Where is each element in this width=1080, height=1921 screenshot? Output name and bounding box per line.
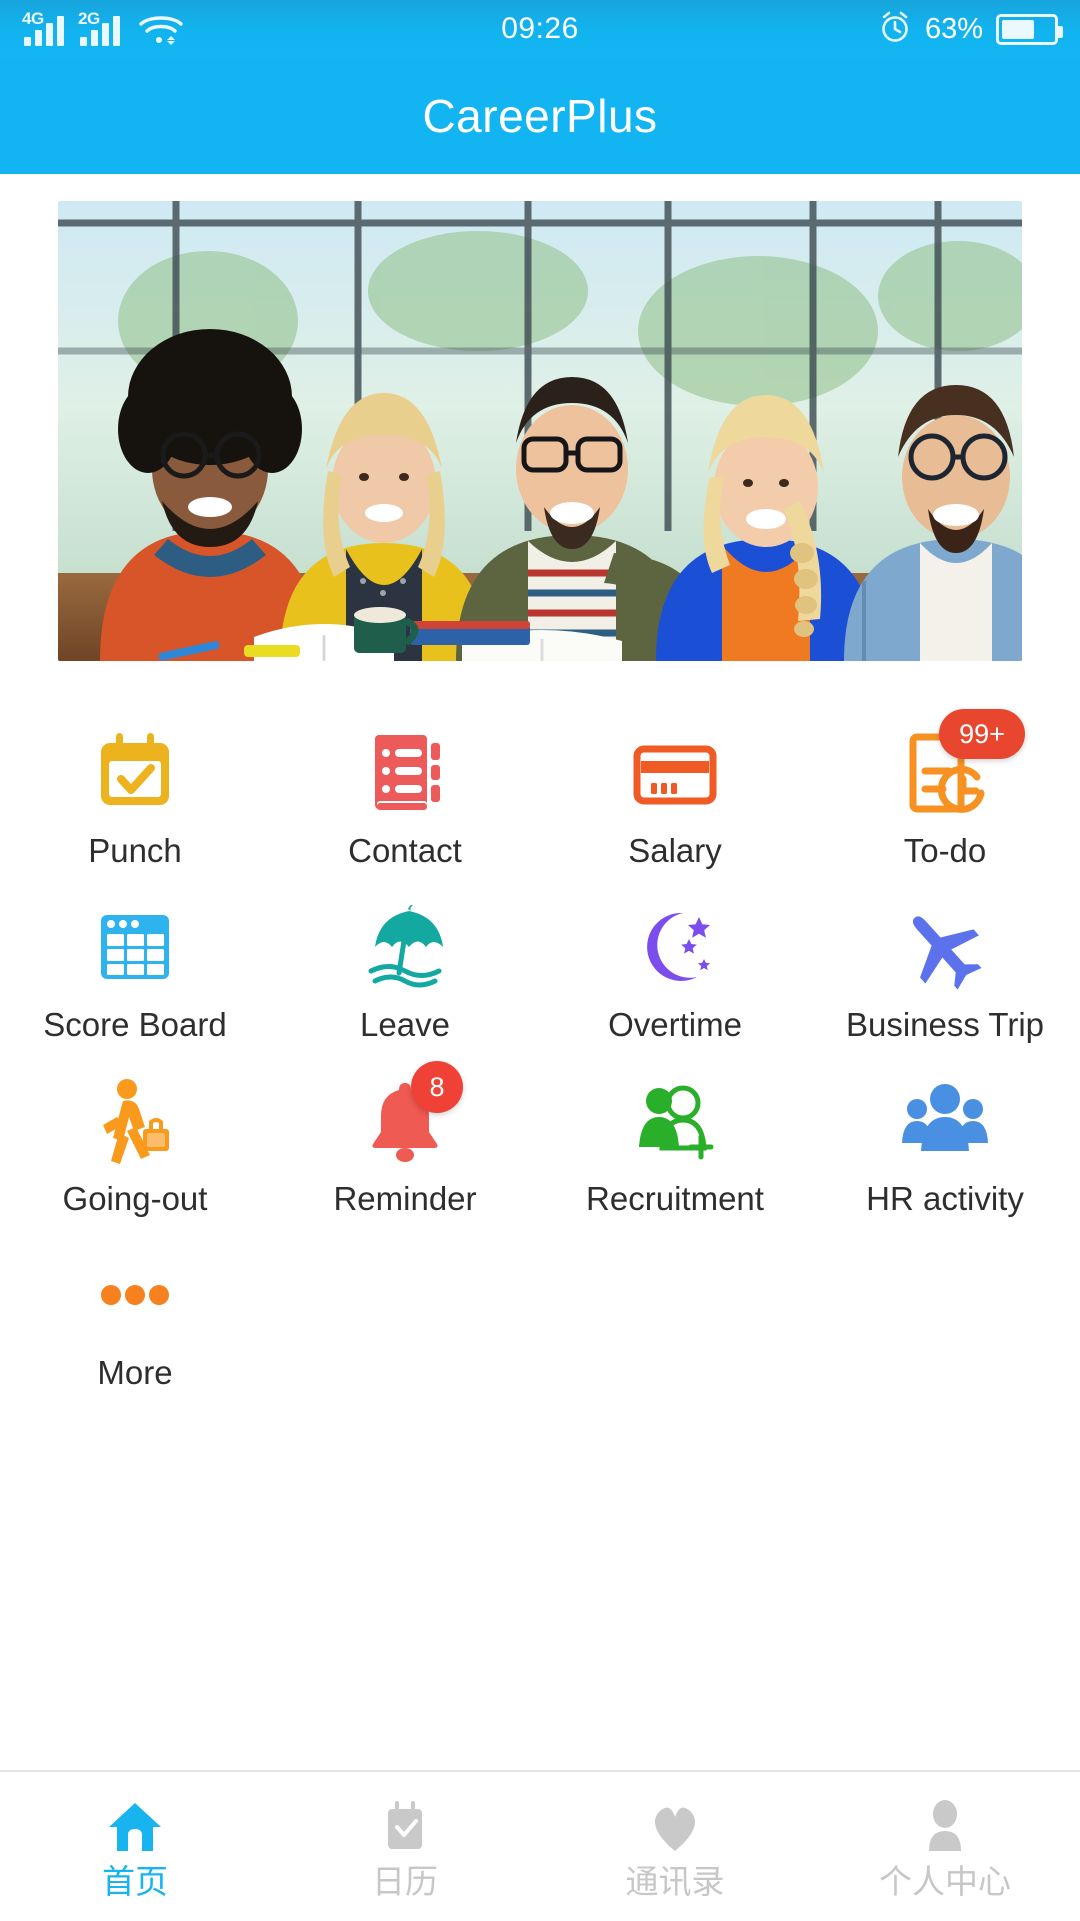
beach-umbrella-icon <box>353 897 457 996</box>
grid-item-label: Leave <box>360 1006 450 1043</box>
grid-item-score-board[interactable]: Score Board <box>0 883 270 1057</box>
grid-item-label: Contact <box>348 832 462 869</box>
grid-cell-empty <box>540 1231 810 1405</box>
tab-label: 通讯录 <box>625 1862 725 1900</box>
grid-cell-empty <box>810 1231 1080 1405</box>
grid-item-recruitment[interactable]: Recruitment <box>540 1057 810 1231</box>
more-dots-icon <box>83 1245 187 1344</box>
status-badge: 8 <box>411 1061 463 1113</box>
calendar-icon <box>375 1795 435 1857</box>
app-shortcut-grid: Punch Contact Salary 99+ To-do Score Boa… <box>0 661 1080 1405</box>
tab-label: 个人中心 <box>879 1862 1011 1900</box>
grid-item-label: Score Board <box>43 1006 227 1043</box>
grid-item-overtime[interactable]: Overtime <box>540 883 810 1057</box>
tab-contacts[interactable]: 通讯录 <box>540 1771 810 1921</box>
grid-item-label: Reminder <box>333 1180 477 1217</box>
status-badge: 99+ <box>939 709 1025 759</box>
banner-section <box>0 174 1080 661</box>
grid-item-salary[interactable]: Salary <box>540 709 810 883</box>
user-profile-icon <box>915 1795 975 1857</box>
tab-home[interactable]: 首页 <box>0 1771 270 1921</box>
people-group-icon <box>893 1071 997 1170</box>
grid-item-label: Business Trip <box>845 1006 1045 1043</box>
grid-item-label: To-do <box>903 832 987 869</box>
page-title: CareerPlus <box>422 90 658 142</box>
app-header: CareerPlus <box>0 58 1080 174</box>
bottom-navigation: 首页 日历 通讯录 个人中心 <box>0 1770 1080 1920</box>
grid-item-reminder[interactable]: 8 Reminder <box>270 1057 540 1231</box>
grid-item-punch[interactable]: Punch <box>0 709 270 883</box>
credit-card-icon <box>623 723 727 822</box>
grid-item-label: HR activity <box>866 1180 1024 1217</box>
grid-cell-empty <box>270 1231 540 1405</box>
grid-item-label: Recruitment <box>586 1180 764 1217</box>
tab-label: 首页 <box>102 1862 168 1900</box>
alarm-clock-icon <box>878 10 912 49</box>
grid-item-label: Salary <box>628 832 722 869</box>
grid-item-going-out[interactable]: Going-out <box>0 1057 270 1231</box>
walking-traveler-icon <box>83 1071 187 1170</box>
grid-item-label: Going-out <box>62 1180 208 1217</box>
grid-item-business-trip[interactable]: Business Trip <box>810 883 1080 1057</box>
airplane-icon <box>893 897 997 996</box>
tab-calendar[interactable]: 日历 <box>270 1771 540 1921</box>
status-bar-right: 63% <box>878 10 1063 49</box>
grid-item-label: Overtime <box>608 1006 742 1043</box>
address-book-icon <box>353 723 457 822</box>
grid-item-contact[interactable]: Contact <box>270 709 540 883</box>
table-grid-icon <box>83 897 187 996</box>
heart-icon <box>645 1795 705 1857</box>
bell-icon: 8 <box>353 1061 463 1170</box>
add-person-icon <box>623 1071 727 1170</box>
moon-stars-icon <box>623 897 727 996</box>
status-bar: 4G 2G 09:26 63% <box>0 0 1080 58</box>
battery-percentage: 63% <box>924 12 983 45</box>
grid-item-label: More <box>97 1354 173 1391</box>
grid-item-label: Punch <box>88 832 182 869</box>
tab-label: 日历 <box>372 1862 438 1900</box>
grid-item-todo[interactable]: 99+ To-do <box>810 709 1080 883</box>
document-clock-icon: 99+ <box>893 709 1025 822</box>
battery-icon <box>996 13 1063 45</box>
calendar-check-icon <box>83 723 187 822</box>
home-icon <box>105 1795 165 1857</box>
banner-image[interactable] <box>58 201 1022 661</box>
grid-item-hr-activity[interactable]: HR activity <box>810 1057 1080 1231</box>
grid-item-more[interactable]: More <box>0 1231 270 1405</box>
tab-profile[interactable]: 个人中心 <box>810 1771 1080 1921</box>
grid-item-leave[interactable]: Leave <box>270 883 540 1057</box>
